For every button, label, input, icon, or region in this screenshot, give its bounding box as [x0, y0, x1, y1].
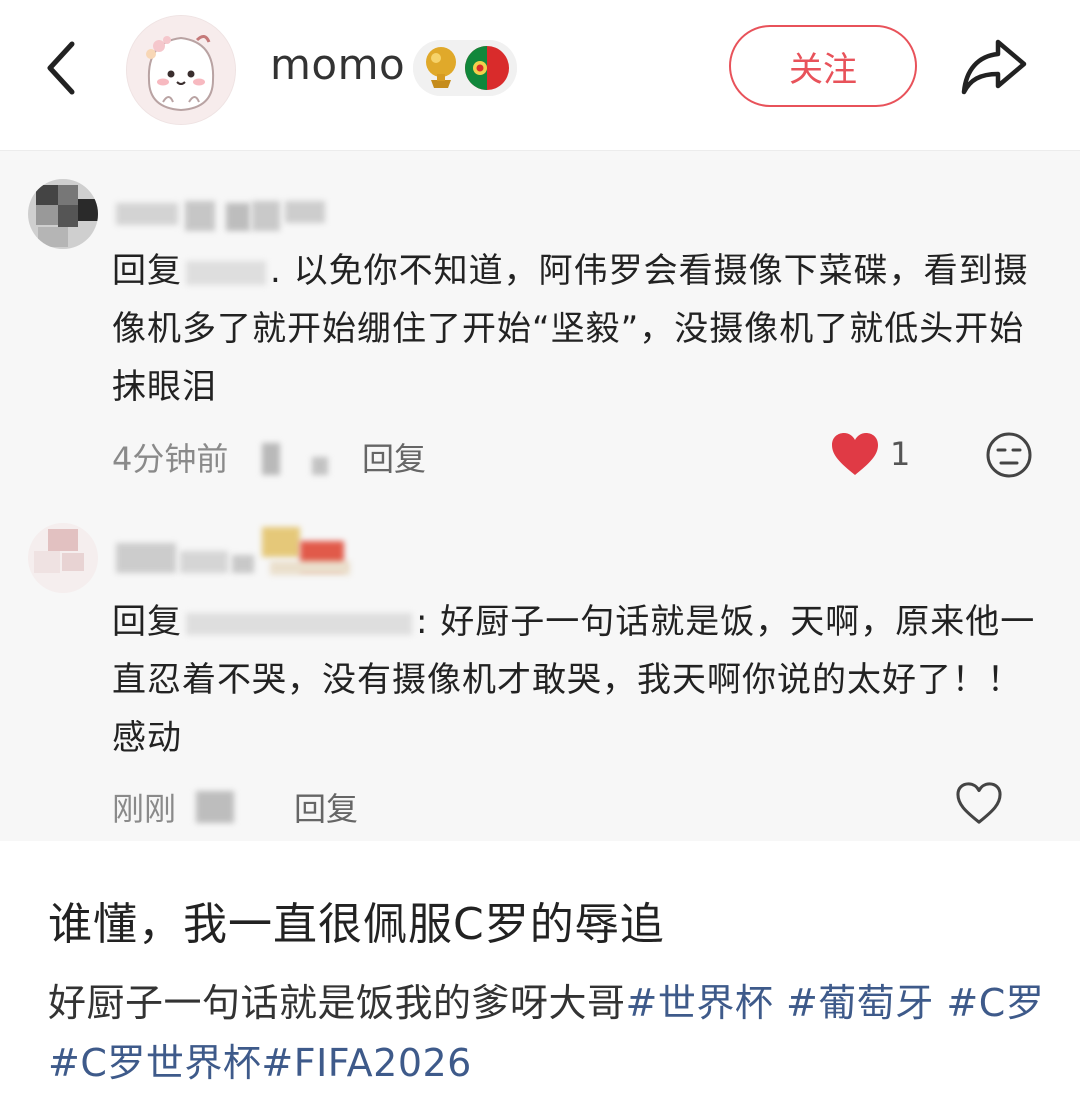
avatar-illustration	[127, 16, 235, 124]
top-bar: momo 关注	[0, 0, 1080, 151]
reply-separator: :	[416, 602, 429, 642]
like-count: 1	[890, 435, 911, 473]
comment-time: 4分钟前	[112, 440, 229, 478]
reply-button[interactable]: 回复	[294, 784, 358, 830]
username[interactable]: momo	[270, 40, 405, 89]
comment-time: 刚刚	[112, 790, 177, 828]
post-body: 好厨子一句话就是饭我的爹呀大哥#世界杯 #葡萄牙 #C罗 #C罗世界杯#FIFA…	[48, 973, 1048, 1093]
comment-body: 回复. 以免你不知道，阿伟罗会看摄像下菜碟，看到摄像机多了就开始绷住了开始“坚毅…	[112, 242, 1042, 416]
emoji-reaction-icon[interactable]	[985, 431, 1033, 479]
heart-outline-icon[interactable]	[955, 781, 1003, 825]
follow-button[interactable]: 关注	[729, 25, 917, 107]
post-body-text: 好厨子一句话就是饭我的爹呀大哥	[48, 981, 626, 1025]
comment-thread: 回复. 以免你不知道，阿伟罗会看摄像下菜碟，看到摄像机多了就开始绷住了开始“坚毅…	[0, 151, 1080, 841]
share-icon[interactable]	[958, 34, 1030, 100]
reply-target-redacted[interactable]	[186, 612, 412, 635]
user-avatar[interactable]	[126, 15, 236, 125]
hashtag-c-ronaldo[interactable]: #C罗	[946, 981, 1044, 1025]
hashtag-portugal[interactable]: #葡萄牙	[786, 981, 934, 1025]
commenter-avatar[interactable]	[28, 523, 98, 593]
reply-target-redacted[interactable]	[186, 260, 266, 285]
reply-prefix: 回复	[112, 602, 182, 642]
hashtag-c-ronaldo-world-cup[interactable]: #C罗世界杯	[48, 1041, 261, 1085]
like-button[interactable]: 1	[830, 431, 910, 477]
reply-separator: .	[270, 251, 282, 291]
hashtag-fifa2026[interactable]: #FIFA2026	[261, 1041, 471, 1085]
commenter-avatar[interactable]	[28, 179, 98, 249]
golden-ball-badge-icon	[413, 40, 517, 96]
comment-body: 回复: 好厨子一句话就是饭，天啊，原来他一直忍着不哭，没有摄像机才敢哭，我天啊你…	[112, 593, 1042, 767]
hashtag-world-cup[interactable]: #世界杯	[626, 981, 774, 1025]
reply-prefix: 回复	[112, 251, 182, 291]
reply-button[interactable]: 回复	[362, 434, 426, 480]
post-title: 谁懂，我一直很佩服C罗的辱追	[48, 899, 665, 950]
heart-filled-icon	[832, 433, 878, 475]
back-arrow-icon[interactable]	[38, 38, 86, 98]
